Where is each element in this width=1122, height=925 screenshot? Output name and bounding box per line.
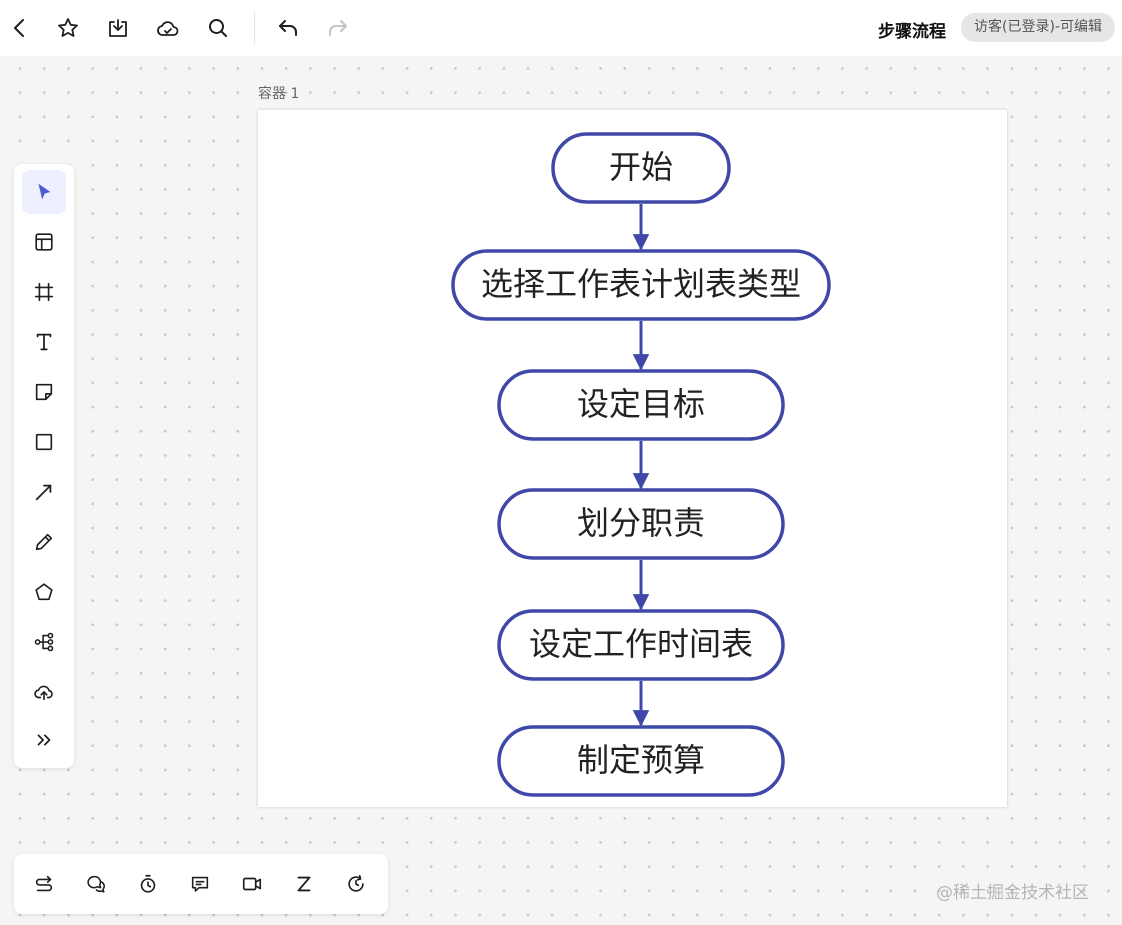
flow-node[interactable]: 制定预算 [497,725,785,797]
cloud-upload-icon [34,685,53,701]
pentagon-icon [35,583,53,601]
flow-node-label: 开始 [609,148,673,186]
cloud-icon [157,21,179,36]
cloud-save-button[interactable] [148,8,188,48]
connector-tool[interactable] [22,470,66,514]
favorite-button[interactable] [48,8,88,48]
redo-button[interactable] [318,8,358,48]
container-label[interactable]: 容器 1 [258,83,299,103]
text-tool[interactable] [22,320,66,364]
access-status-badge[interactable]: 访客(已登录)-可编辑 [961,13,1115,42]
flow-node[interactable]: 选择工作表计划表类型 [451,249,831,321]
frame-tool[interactable] [22,270,66,314]
cursor-arrow-icon [38,183,51,200]
comment-icon [191,876,209,892]
shape-tool[interactable] [22,570,66,614]
pencil-icon [35,533,53,551]
flow-node-label: 划分职责 [577,504,705,542]
video-icon [242,877,262,891]
watermark: @稀土掘金技术社区 [936,883,1089,903]
history-icon [348,874,364,892]
rectangle-tool[interactable] [22,420,66,464]
select-tool[interactable] [22,170,66,214]
switch-icon [35,875,53,892]
square-icon [35,433,53,451]
chat-bubbles-icon [87,875,105,893]
video-tool[interactable] [230,862,274,906]
redo-icon [329,20,347,36]
frame-icon [34,282,54,302]
flow-node-label: 设定目标 [577,385,705,423]
flowchart: 开始选择工作表计划表类型设定目标划分职责设定工作时间表制定预算 [451,132,831,797]
flow-node-label: 选择工作表计划表类型 [481,265,801,303]
download-icon [109,19,127,37]
arrow-icon [35,484,52,501]
left-tool-palette [14,164,74,768]
back-button[interactable] [0,8,40,48]
text-icon [36,333,52,351]
mindmap-icon [34,632,54,652]
document-title[interactable]: 步骤流程 [878,17,946,42]
mindmap-tool[interactable] [22,620,66,664]
container-frame[interactable]: 开始选择工作表计划表类型 设定目标划分职责设定工作时间表 制定预算 [258,110,1007,807]
timer-tool[interactable] [126,862,170,906]
sticky-note-tool[interactable] [22,370,66,414]
flow-node[interactable]: 设定工作时间表 [497,609,785,681]
undo-icon [279,20,297,36]
toolbar-divider [254,12,255,44]
bottom-tool-palette [14,854,388,914]
undo-button[interactable] [268,8,308,48]
more-tools-button[interactable] [22,718,66,762]
upload-tool[interactable] [22,670,66,714]
switch-tool[interactable] [22,862,66,906]
timer-icon [140,874,156,893]
pen-tool[interactable] [22,520,66,564]
flow-node-label: 制定预算 [577,741,705,779]
top-toolbar: 步骤流程 访客(已登录)-可编辑 [0,0,1122,56]
sleep-tool[interactable] [282,862,326,906]
chevron-left-icon [14,19,24,37]
layout-icon [35,233,53,251]
flow-node-label: 设定工作时间表 [529,625,753,663]
flow-node[interactable]: 开始 [551,132,731,204]
comment-tool[interactable] [178,862,222,906]
chat-tool[interactable] [74,862,118,906]
sticky-note-icon [35,383,53,401]
flow-node[interactable]: 设定目标 [497,369,785,441]
flow-node[interactable]: 划分职责 [497,488,785,560]
history-tool[interactable] [334,862,378,906]
search-icon [209,19,227,37]
z-icon [297,876,311,892]
search-button[interactable] [198,8,238,48]
double-chevron-right-icon [37,734,51,746]
template-tool[interactable] [22,220,66,264]
download-button[interactable] [98,8,138,48]
star-icon [58,18,78,37]
